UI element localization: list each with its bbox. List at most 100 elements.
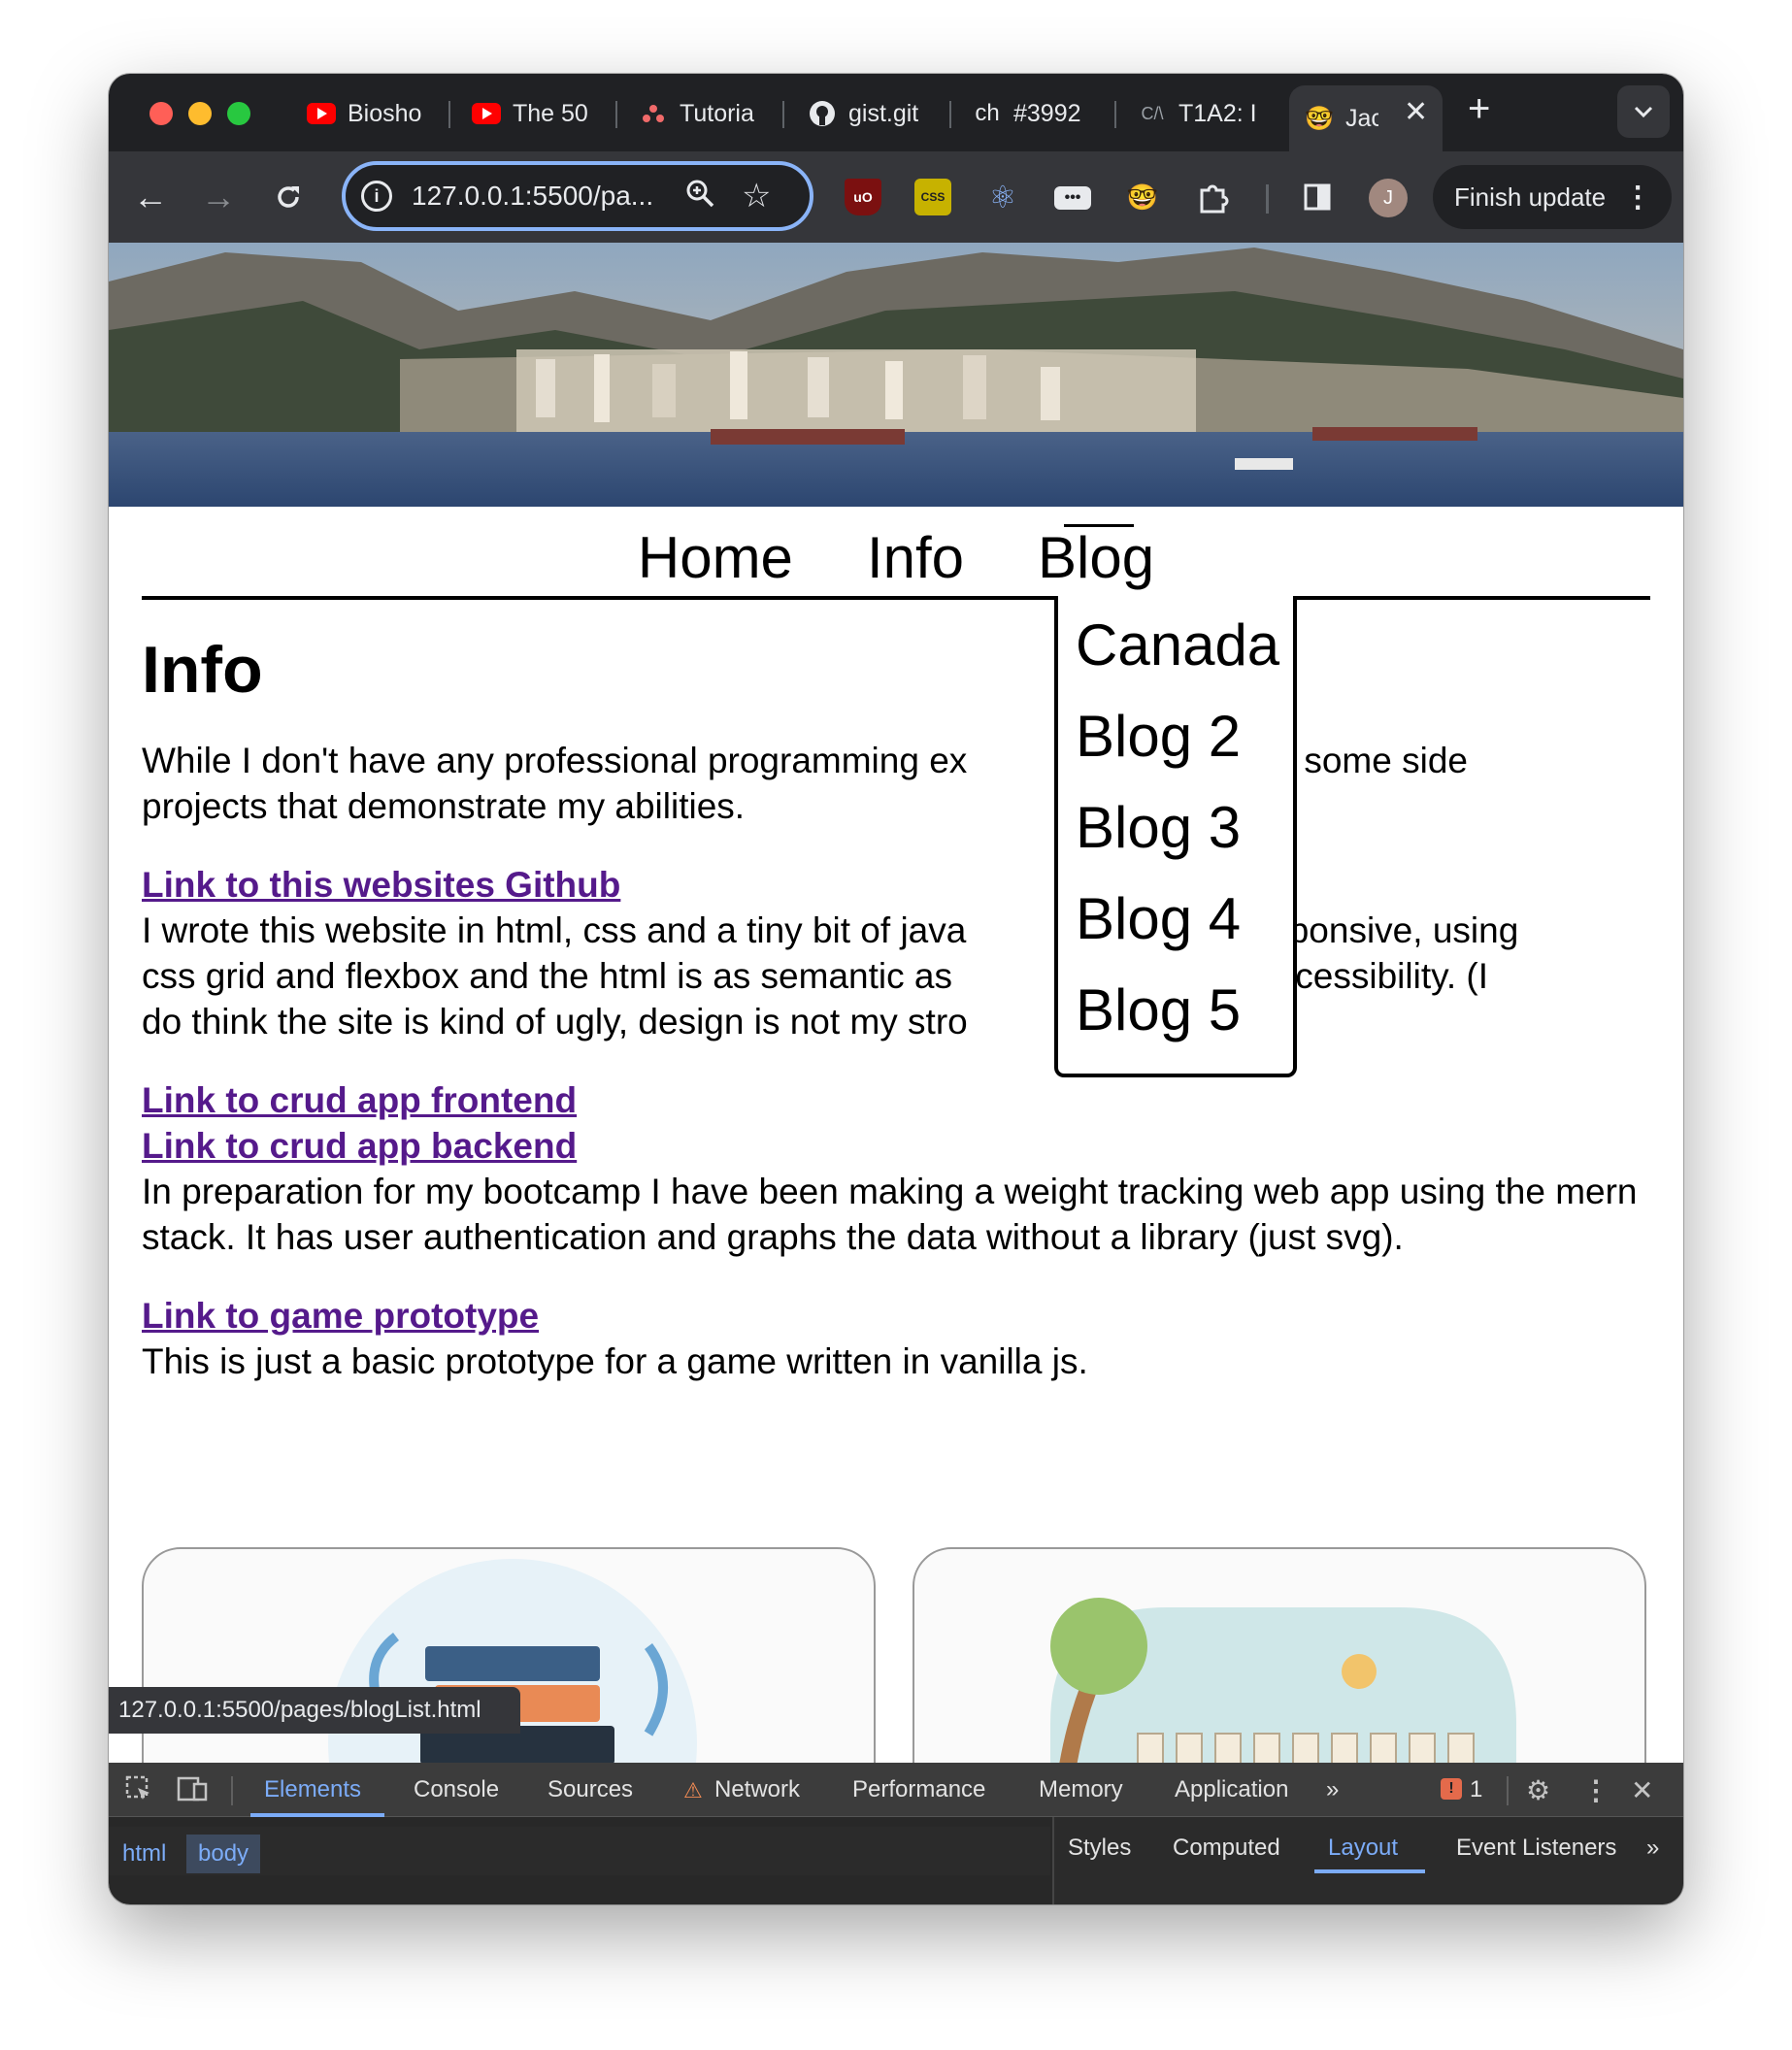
devtools-tab-performance[interactable]: Performance xyxy=(852,1776,985,1803)
issues-icon[interactable]: ! xyxy=(1441,1778,1462,1800)
devtools-tab-elements[interactable]: Elements xyxy=(264,1776,361,1803)
nerd-face-extension-icon[interactable]: 🤓 xyxy=(1124,179,1161,215)
github-link[interactable]: Link to this websites Github xyxy=(142,862,1648,908)
tab-title: T1A2: I xyxy=(1178,99,1257,127)
github-project: Link to this websites Github I wrote thi… xyxy=(142,862,1648,1044)
nerd-face-icon: 🤓 xyxy=(1305,105,1334,132)
address-bar[interactable]: i 127.0.0.1:5500/pa... ☆ xyxy=(342,161,813,231)
game-prototype-link[interactable]: Link to game prototype xyxy=(142,1293,1648,1339)
intro-text-c: projects that demonstrate my abilities. xyxy=(142,786,746,826)
crud-frontend-link[interactable]: Link to crud app frontend xyxy=(142,1077,1648,1123)
tab-title: The 50 xyxy=(513,99,588,127)
more-tabs-chevron-icon[interactable]: » xyxy=(1326,1776,1339,1803)
more-sidebar-tabs-chevron-icon[interactable]: » xyxy=(1646,1835,1659,1862)
close-window-button[interactable] xyxy=(149,102,173,125)
dropdown-item-blog-3[interactable]: Blog 3 xyxy=(1076,794,1241,861)
close-tab-icon[interactable]: ✕ xyxy=(1404,95,1428,129)
ublock-origin-icon[interactable]: uO xyxy=(845,179,881,215)
youtube-icon xyxy=(307,99,336,128)
devtools-menu-icon[interactable]: ⋮ xyxy=(1582,1774,1609,1806)
forward-button[interactable]: → xyxy=(196,175,241,219)
maximize-window-button[interactable] xyxy=(227,102,250,125)
devtools-tab-network[interactable]: Network xyxy=(714,1776,800,1803)
close-devtools-icon[interactable]: ✕ xyxy=(1631,1774,1653,1806)
tab-tutorial[interactable]: Tutoria xyxy=(631,89,769,138)
ellipsis-extension-icon[interactable]: ••• xyxy=(1054,186,1091,210)
nav-blog-link[interactable]: Blog xyxy=(1036,524,1156,592)
tab-3992[interactable]: ch #3992 xyxy=(965,89,1111,138)
nav-home-link[interactable]: Home xyxy=(636,524,795,592)
sidebar-tab-layout[interactable]: Layout xyxy=(1328,1835,1398,1862)
styles-sidebar: Styles Computed Layout Event Listeners » xyxy=(1052,1817,1683,1904)
dom-breadcrumbs: html body xyxy=(109,1827,1050,1875)
side-panel-icon[interactable] xyxy=(1299,179,1336,215)
nav-divider xyxy=(142,596,1054,600)
finish-update-label: Finish update xyxy=(1454,182,1607,212)
tab-separator xyxy=(615,101,617,128)
finish-update-button[interactable]: Finish update ⋮ xyxy=(1433,165,1672,229)
reload-icon xyxy=(278,186,299,208)
canvas-icon: C/\ xyxy=(1141,103,1164,123)
site-info-icon[interactable]: i xyxy=(361,181,392,212)
tab-search-button[interactable] xyxy=(1617,85,1670,138)
sidebar-tab-styles[interactable]: Styles xyxy=(1068,1835,1131,1862)
kebab-menu-icon: ⋮ xyxy=(1623,181,1653,214)
url-text[interactable]: 127.0.0.1:5500/pa... xyxy=(412,181,672,212)
tab-title: gist.git xyxy=(848,99,919,127)
github-desc-line-2a: css grid and flexbox and the html is as … xyxy=(142,956,952,996)
reload-button[interactable] xyxy=(266,175,311,219)
nav-divider xyxy=(1262,596,1650,600)
new-tab-button[interactable]: + xyxy=(1468,87,1490,131)
asana-icon xyxy=(639,99,668,128)
warning-icon: ⚠ xyxy=(683,1778,703,1802)
dropdown-item-blog-5[interactable]: Blog 5 xyxy=(1076,976,1241,1043)
github-icon xyxy=(808,99,837,128)
tab-bioshock[interactable]: Biosho xyxy=(299,89,423,138)
crud-backend-link[interactable]: Link to crud app backend xyxy=(142,1123,1648,1169)
tab-gist[interactable]: gist.git xyxy=(800,89,946,138)
browser-window: Biosho The 50 Tutoria gist.git ch #3992 xyxy=(109,74,1683,1904)
blog-card-garden[interactable] xyxy=(913,1547,1646,1763)
breadcrumb-body[interactable]: body xyxy=(186,1835,261,1873)
devtools-tab-console[interactable]: Console xyxy=(414,1776,499,1803)
back-button[interactable]: ← xyxy=(128,175,173,219)
github-desc-line-1a: I wrote this website in html, css and a … xyxy=(142,910,967,950)
inspect-element-icon[interactable] xyxy=(124,1774,153,1810)
extensions-puzzle-icon[interactable] xyxy=(1194,179,1231,215)
github-desc-line-3: do think the site is kind of ugly, desig… xyxy=(142,1002,968,1042)
youtube-icon xyxy=(472,99,501,128)
nav-info-link[interactable]: Info xyxy=(865,524,966,592)
sidebar-tab-computed[interactable]: Computed xyxy=(1173,1835,1280,1862)
github-description: I wrote this website in html, css and a … xyxy=(142,908,1648,1044)
blog-hover-indicator xyxy=(1064,524,1134,527)
toolbar: ← → i 127.0.0.1:5500/pa... ☆ uO CSS ⚛ ••… xyxy=(109,151,1683,243)
dropdown-item-canada[interactable]: Canada xyxy=(1076,612,1279,678)
react-devtools-icon[interactable]: ⚛ xyxy=(984,179,1021,215)
tab-the-50[interactable]: The 50 xyxy=(464,89,594,138)
tab-title: Tutoria xyxy=(680,99,754,127)
devtools-tab-bar: Elements Console Sources ⚠ Network Perfo… xyxy=(109,1763,1683,1817)
tab-separator xyxy=(448,101,450,128)
minimize-window-button[interactable] xyxy=(188,102,212,125)
breadcrumb-html[interactable]: html xyxy=(111,1835,178,1873)
bookmark-star-icon[interactable]: ☆ xyxy=(742,177,771,215)
tab-t1a2[interactable]: C/\ T1A2: I xyxy=(1130,89,1266,138)
zoom-icon[interactable] xyxy=(685,179,714,215)
devtools-tab-application[interactable]: Application xyxy=(1175,1776,1288,1803)
css-extension-icon[interactable]: CSS xyxy=(914,179,951,215)
devtools-tab-memory[interactable]: Memory xyxy=(1039,1776,1123,1803)
game-description: This is just a basic prototype for a gam… xyxy=(142,1341,1088,1381)
tab-separator xyxy=(949,101,951,128)
tab-separator xyxy=(782,101,784,128)
dropdown-item-blog-4[interactable]: Blog 4 xyxy=(1076,885,1241,952)
dropdown-item-blog-2[interactable]: Blog 2 xyxy=(1076,703,1241,770)
sidebar-tab-event-listeners[interactable]: Event Listeners xyxy=(1456,1835,1616,1862)
profile-avatar[interactable]: J xyxy=(1369,179,1408,217)
devtools-tab-sources[interactable]: Sources xyxy=(548,1776,633,1803)
game-project: Link to game prototype This is just a ba… xyxy=(142,1293,1648,1384)
tab-title: Jac xyxy=(1345,104,1378,132)
dom-tree-peek xyxy=(109,1817,1050,1827)
settings-gear-icon[interactable]: ⚙ xyxy=(1526,1774,1550,1806)
device-toolbar-icon[interactable] xyxy=(177,1774,208,1810)
tab-title: #3992 xyxy=(1013,99,1081,127)
